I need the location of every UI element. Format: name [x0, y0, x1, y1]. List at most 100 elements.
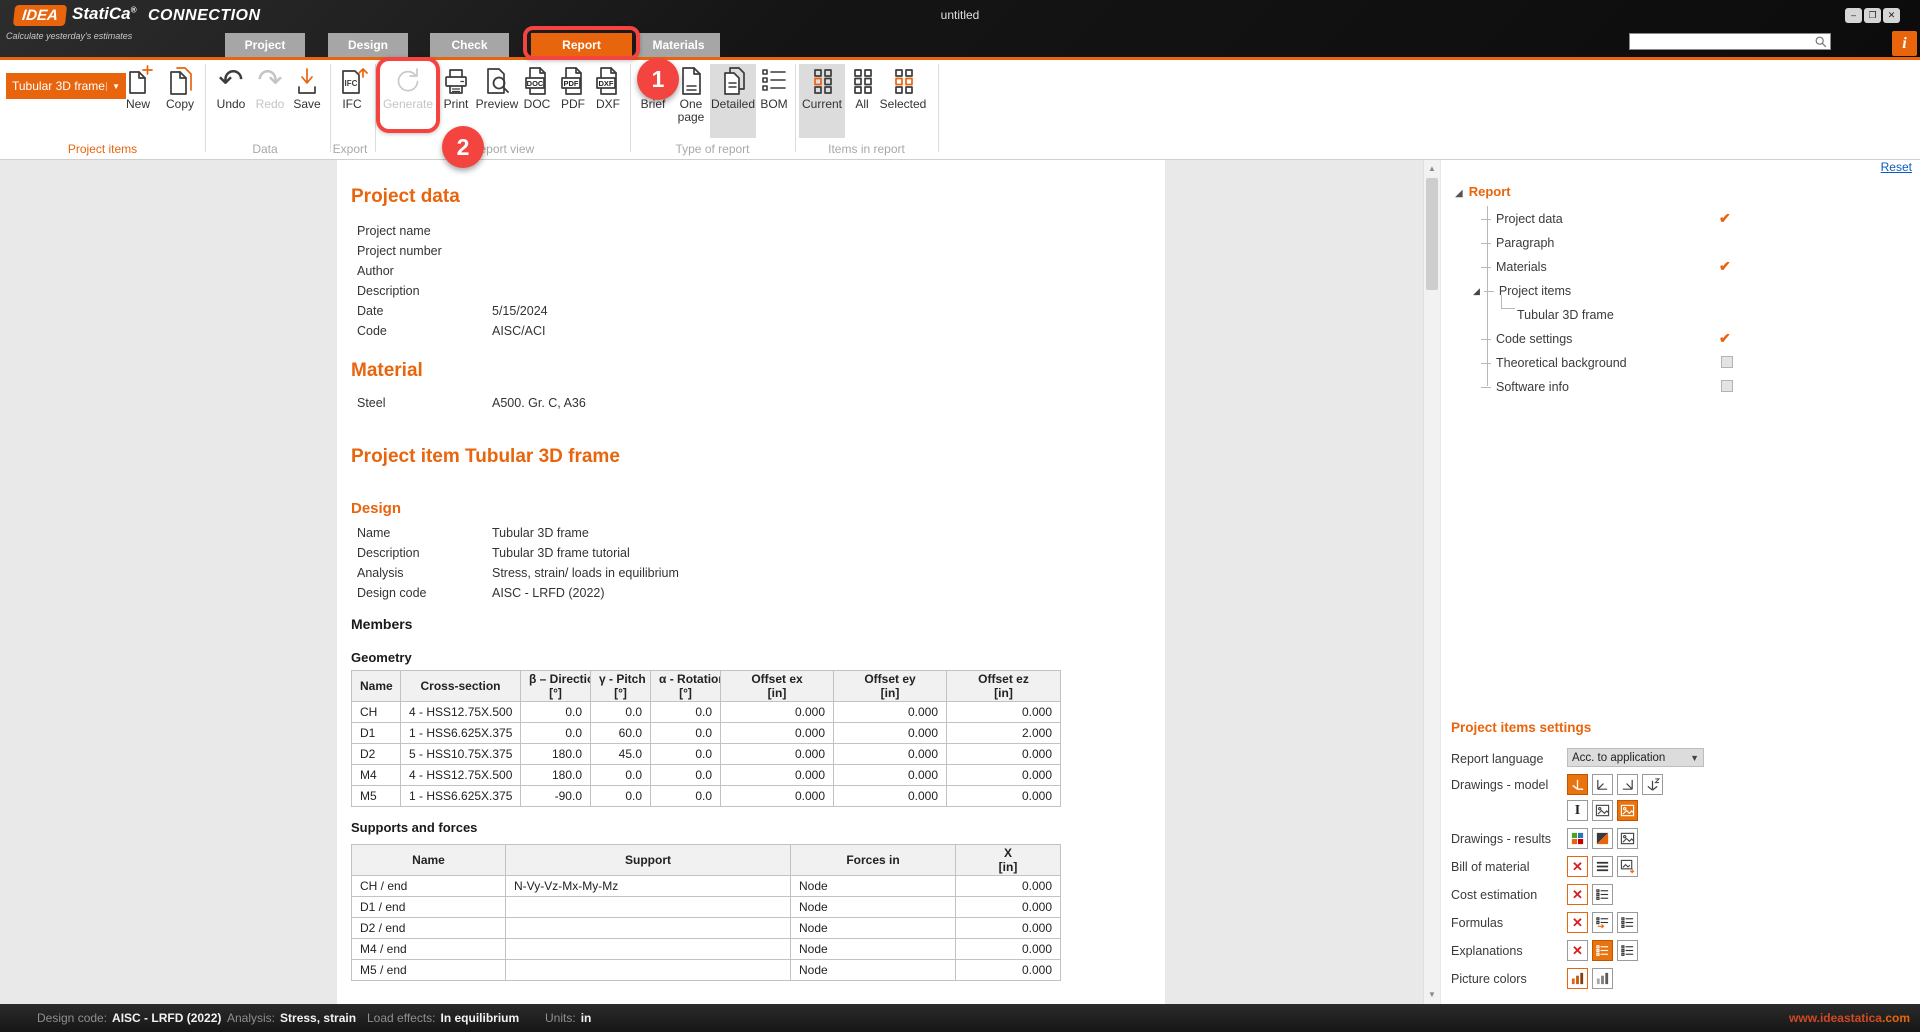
list-icon[interactable] [1617, 940, 1638, 961]
minimize-button[interactable]: – [1845, 8, 1862, 23]
scroll-up-icon[interactable]: ▲ [1424, 161, 1440, 177]
mesh-colored-icon[interactable] [1567, 828, 1588, 849]
info-button[interactable]: i [1892, 31, 1917, 56]
tab-design[interactable]: Design [328, 33, 408, 57]
tree-item-software-info[interactable]: Software info [1481, 376, 1569, 398]
vertical-scrollbar[interactable]: ▲ ▼ [1423, 160, 1440, 1004]
supports-header-row: Name Support Forces in X[in] [352, 845, 1061, 876]
tree-tick [1481, 363, 1491, 364]
none-x-icon[interactable]: ✕ [1567, 940, 1588, 961]
table-cell: M4 [352, 765, 401, 786]
pdf-button[interactable]: PDF PDF [556, 64, 590, 138]
redo-label: Redo [256, 98, 285, 111]
dxf-button[interactable]: DXF DXF [590, 64, 626, 138]
tree-item-tubular-3d-frame[interactable]: Tubular 3D frame [1517, 304, 1614, 326]
new-button[interactable]: New [118, 64, 158, 138]
model-axes-beta-icon[interactable] [1592, 774, 1613, 795]
model-3d-drawing-icon[interactable] [1567, 774, 1588, 795]
redo-button[interactable]: ↷ Redo [252, 64, 288, 138]
app-window: IDEA StatiCa® Calculate yesterday's esti… [0, 0, 1920, 1032]
tab-check[interactable]: Check [430, 33, 509, 57]
undo-button[interactable]: ↶ Undo [210, 64, 252, 138]
supports-header: X[in] [956, 845, 1061, 876]
picture-icon[interactable] [1592, 800, 1613, 821]
model-axes-z-icon[interactable] [1642, 774, 1663, 795]
table-cell: 0.0 [591, 786, 651, 807]
scrollbar-thumb[interactable] [1426, 178, 1438, 290]
project-item-selector[interactable]: Tubular 3D frame ▼ [6, 73, 126, 99]
search-input[interactable] [1630, 34, 1814, 49]
list-icon[interactable] [1592, 884, 1613, 905]
lines-icon[interactable] [1592, 856, 1613, 877]
reset-link[interactable]: Reset [1881, 160, 1912, 174]
row-value: Stress, strain/ loads in equilibrium [492, 566, 679, 580]
table-cell: 45.0 [591, 744, 651, 765]
table-cell: 0.000 [721, 744, 834, 765]
tree-item-code-settings[interactable]: Code settings [1481, 328, 1572, 350]
x-glyph: ✕ [1572, 888, 1583, 901]
all-button[interactable]: All [847, 64, 877, 138]
tree-item-project-data[interactable]: Project data [1481, 208, 1563, 230]
detailed-button[interactable]: Detailed [710, 64, 756, 138]
checkbox-theoretical-background[interactable] [1721, 356, 1733, 368]
chart-gray-icon[interactable] [1592, 968, 1613, 989]
tree-item-materials[interactable]: Materials [1481, 256, 1547, 278]
x-glyph: ✕ [1572, 916, 1583, 929]
preview-button[interactable]: Preview [474, 64, 520, 138]
section-title-material: Material [351, 360, 423, 382]
none-x-icon[interactable]: ✕ [1567, 912, 1588, 933]
dxf-label: DXF [596, 98, 620, 111]
website-link[interactable]: www.ideastatica.com [1789, 1004, 1910, 1032]
current-button[interactable]: Current [799, 64, 845, 138]
none-x-icon[interactable]: ✕ [1567, 856, 1588, 877]
row-label: Code [357, 324, 492, 338]
check-icon-materials[interactable]: ✔ [1719, 258, 1735, 274]
maximize-button[interactable]: ❐ [1864, 8, 1881, 23]
table-row: D25 - HSS10.75X.375180.045.00.00.0000.00… [352, 744, 1061, 765]
check-icon-code-settings[interactable]: ✔ [1719, 330, 1735, 346]
picture-icon[interactable] [1617, 828, 1638, 849]
selected-button[interactable]: Selected [877, 64, 929, 138]
save-button[interactable]: Save [288, 64, 326, 138]
tree-item-paragraph[interactable]: Paragraph [1481, 232, 1554, 254]
status-units: Units:in [545, 1004, 591, 1032]
expander-icon[interactable]: ◢ [1473, 286, 1480, 297]
search-icon[interactable] [1814, 35, 1828, 49]
copy-button[interactable]: Copy [158, 64, 202, 138]
list-selected-icon[interactable] [1592, 940, 1613, 961]
bom-button[interactable]: BOM [756, 64, 792, 138]
scroll-down-icon[interactable]: ▼ [1424, 987, 1440, 1003]
bill-of-material-label: Bill of material [1451, 857, 1530, 878]
ifc-button[interactable]: IFC IFC [332, 64, 372, 138]
check-icon-project-data[interactable]: ✔ [1719, 210, 1735, 226]
doc-button[interactable]: DOC DOC [520, 64, 554, 138]
tab-materials[interactable]: Materials [637, 33, 720, 57]
half-orange-icon[interactable] [1592, 828, 1613, 849]
none-x-icon[interactable]: ✕ [1567, 884, 1588, 905]
close-button[interactable]: ✕ [1883, 8, 1900, 23]
generate-button[interactable]: Generate [380, 64, 436, 138]
tree-root-report[interactable]: ◢Report [1455, 184, 1511, 199]
list-icon[interactable] [1617, 912, 1638, 933]
text-style-icon[interactable]: I [1567, 800, 1588, 821]
project-item-selector-label: Tubular 3D frame [12, 79, 106, 93]
chart-color-icon[interactable] [1567, 968, 1588, 989]
tab-project[interactable]: Project [225, 33, 305, 57]
table-cell: CH [352, 702, 401, 723]
report-language-dropdown[interactable]: Acc. to application ▼ [1567, 748, 1704, 767]
picture-export-icon[interactable] [1617, 856, 1638, 877]
picture-selected-icon[interactable] [1617, 800, 1638, 821]
expander-icon[interactable]: ◢ [1455, 188, 1463, 199]
tab-report[interactable]: Report [531, 33, 632, 57]
generate-icon [392, 64, 424, 98]
list-arrow-icon[interactable] [1592, 912, 1613, 933]
svg-text:DXF: DXF [599, 79, 614, 88]
preview-label: Preview [476, 98, 519, 111]
table-cell: 0.000 [834, 765, 947, 786]
tree-item-theoretical-background[interactable]: Theoretical background [1481, 352, 1627, 374]
tree-item-label: Paragraph [1496, 236, 1554, 250]
checkbox-software-info[interactable] [1721, 380, 1733, 392]
tree-item-project-items[interactable]: ◢Project items [1481, 280, 1571, 302]
model-axes-gamma-icon[interactable] [1617, 774, 1638, 795]
section-title-project-item: Project item Tubular 3D frame [351, 446, 620, 468]
